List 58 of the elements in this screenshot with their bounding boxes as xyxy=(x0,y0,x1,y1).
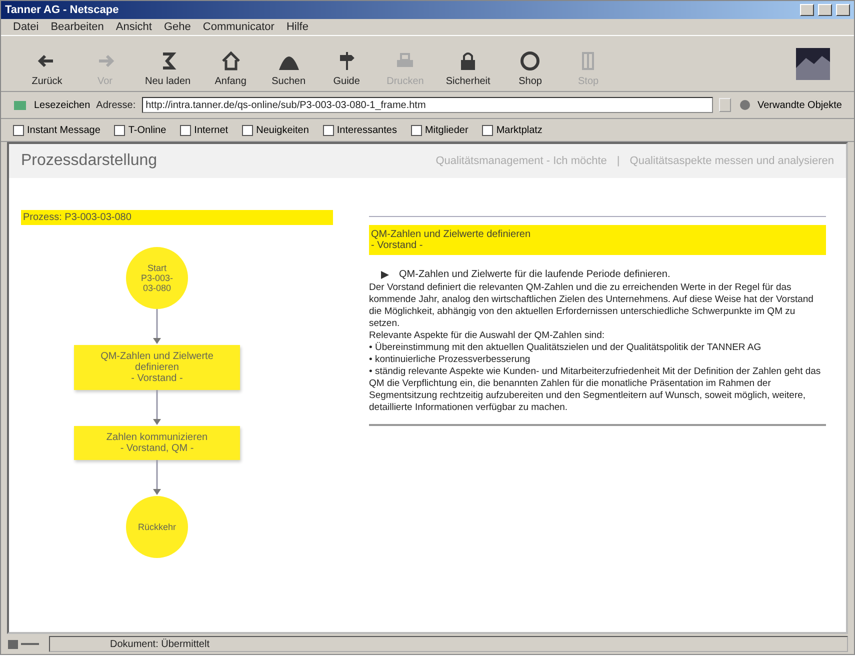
flow-arrow xyxy=(152,309,162,345)
breadcrumb-text: Qualitätsaspekte messen und analysieren xyxy=(630,155,834,167)
bookmark-link[interactable]: Instant Message xyxy=(13,124,100,136)
toolbar-button[interactable]: Neu laden xyxy=(141,49,195,87)
ring-icon xyxy=(518,49,542,73)
page-title: Prozessdarstellung xyxy=(21,152,158,170)
page-icon xyxy=(114,124,126,136)
bookmarks-button[interactable]: Lesezeichen xyxy=(13,99,90,111)
menu-item[interactable]: Gehe xyxy=(164,21,191,33)
bookmark-link[interactable]: Internet xyxy=(180,124,228,136)
page-icon xyxy=(242,124,254,136)
toolbar-button[interactable]: Guide xyxy=(324,49,369,87)
process-label: Prozess: P3-003-03-080 xyxy=(21,210,333,225)
bookmark-link[interactable]: T-Online xyxy=(114,124,166,136)
page-icon xyxy=(13,124,24,136)
address-label: Adresse: xyxy=(96,100,136,110)
flow-step: Zahlen kommunizieren - Vorstand, QM - xyxy=(74,426,240,460)
toolbar-button[interactable]: Shop xyxy=(508,49,552,87)
paragraph: • ständig relevante Aspekte wie Kunden- und Mitarbeiterzufriedenheit Mit der Definition der Zahlen geht das QM die Verpflichtung ein, die benannten Zahlen für die monatliche Präsentation im Rahmen der Segmentsitzung rechtzeitig aufzubereiten und den Segmentleitern auf Wunsch, soweit möglich, weitere, detaillierte Informationen verfügbar zu machen. xyxy=(369,366,822,414)
page-icon xyxy=(322,124,334,136)
toolbar-button[interactable]: Anfang xyxy=(208,49,253,87)
paragraph: • Übereinstimmung mit den aktuellen Qualitätszielen und der Qualitätspolitik der TANNER AG xyxy=(369,342,762,354)
related-button[interactable]: Verwandte Objekte xyxy=(736,99,842,111)
window-title: Tanner AG - Netscape xyxy=(5,4,120,16)
bookmark-link[interactable]: Mitglieder xyxy=(410,124,468,136)
page-icon xyxy=(410,124,422,136)
flow-circle: Start P3-003- 03-080 xyxy=(126,247,188,309)
toolbar-button[interactable]: Zurück xyxy=(25,49,69,87)
menu-item[interactable]: Hilfe xyxy=(286,21,308,33)
bullet-icon xyxy=(381,270,389,278)
flow-circle: Rückkehr xyxy=(126,496,188,558)
logo-icon xyxy=(796,48,830,80)
paragraph: • kontinuierliche Prozessverbesserung xyxy=(369,354,532,366)
flow-arrow xyxy=(152,460,162,496)
bullet-text: QM-Zahlen und Zielwerte für die laufende Periode definieren. xyxy=(399,269,670,280)
breadcrumb-text: | xyxy=(616,155,620,167)
paragraph: Relevante Aspekte für die Auswahl der QM-Zahlen sind: xyxy=(369,330,606,342)
menu-item[interactable]: Datei xyxy=(13,21,39,33)
flow-arrow xyxy=(152,390,162,426)
menu-item[interactable]: Bearbeiten xyxy=(50,21,104,33)
menu-item[interactable]: Communicator xyxy=(202,21,274,33)
page-icon xyxy=(180,124,192,136)
minimize-button[interactable] xyxy=(800,4,814,16)
status-text: Dokument: Übermittelt xyxy=(49,636,848,652)
toolbar-button[interactable]: Sicherheit xyxy=(442,49,494,87)
address-field[interactable]: http://intra.tanner.de/qs-online/sub/P3-003-03-080-1_frame.htm xyxy=(142,97,712,113)
breadcrumb-text: Qualitätsmanagement - Ich möchte xyxy=(436,155,607,167)
paragraph: Der Vorstand definiert die relevanten QM-Zahlen und die zu erreichenden Werte in der Regel für das kommende Jahr, analog den wirtschaftlichen Zielen des Unternehmens. Auf diese Weise hat der Vorstand die Möglichkeit, abhängig von den aktuellen Erfordernissen unterschiedliche Schwerpunkte im QM zu setzen. xyxy=(369,282,814,330)
step-heading: QM-Zahlen und Zielwerte definieren - Vorstand - xyxy=(369,225,826,255)
flow-step: QM-Zahlen und Zielwerte definieren - Vorstand - xyxy=(74,345,240,390)
bookmark-link[interactable]: Neuigkeiten xyxy=(242,124,309,136)
bookmark-link[interactable]: Marktplatz xyxy=(482,124,542,136)
menu-item[interactable]: Ansicht xyxy=(116,21,152,33)
maximize-button[interactable] xyxy=(818,4,832,16)
bookmark-link[interactable]: Interessantes xyxy=(322,124,397,136)
close-button[interactable] xyxy=(836,4,850,16)
page-icon xyxy=(482,124,494,136)
toolbar-button[interactable]: Suchen xyxy=(266,49,311,87)
